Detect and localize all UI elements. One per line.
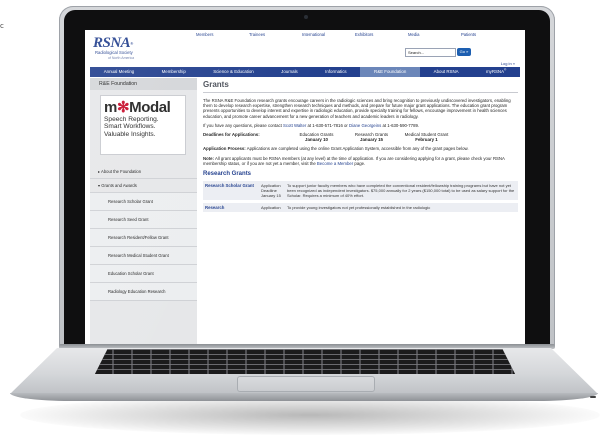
grant-deadline: Application Deadline January 15 [261,183,287,198]
process-text: Applications are completed using the onl… [245,146,469,152]
contact-mid: at 1-630-571-7816 or [306,122,350,128]
deadline-date: January 15 [360,137,383,143]
process-label: Application Process: [203,146,246,152]
deadlines-label: Deadlines for Applications: [203,132,260,138]
main-nav-about-rsna[interactable]: About RSNA [420,67,472,77]
deadline-education: Education Grants January 10 [289,132,344,142]
sidebar-subitem-research-seed[interactable]: Research Seed Grant [90,211,197,229]
sidebar-subitem-resident-fellow[interactable]: Research Resident/Fellow Grant [90,229,197,247]
expanded-arrow-icon: ▾ [98,183,101,188]
top-nav-international[interactable]: International [302,32,355,37]
corner-mark: c [0,22,4,30]
mmodal-ad-banner[interactable]: m✻Modal Speech Reporting. Smart Workflow… [100,95,186,155]
page-title: Grants [203,80,229,89]
intro-paragraph: The RSNA R&E Foundation research grants … [203,98,511,119]
ad-brand: m✻Modal [101,96,185,116]
rsna-logo[interactable]: RSNA® Radiological Society of North Amer… [93,36,173,60]
main-nav-informatics[interactable]: Informatics [311,67,360,77]
top-nav-exhibitors[interactable]: Exhibitors [355,32,408,37]
contact-prefix: If you have any questions, please contac… [203,122,284,128]
logo-word: RSNA [93,35,131,51]
logo-region-line: of North America [108,55,135,60]
note-paragraph: Note: All grant applicants must be RSNA … [203,156,518,166]
main-nav-myrsna-label: myRSNA [485,69,505,74]
main-nav-membership[interactable]: Membership [148,67,200,77]
grant-name-link[interactable]: Research Scholar Grant [205,183,261,198]
sidebar-subitem-research-scholar[interactable]: Research Scholar Grant [90,193,197,211]
top-nav-patients[interactable]: Patients [461,32,514,37]
contact-link-scott-walter[interactable]: Scott Walter [283,123,306,128]
grant-deadline: Application [261,205,287,210]
application-process-paragraph: Application Process: Applications are co… [203,146,518,151]
ad-line-3: Valuable Insights. [104,130,156,138]
sidebar: R&E Foundation m✻Modal Speech Reporting.… [90,78,197,346]
deadline-medical-student: Medical Student Grant February 1 [399,132,454,142]
sidebar-subitem-education-research[interactable]: Radiology Education Research [90,283,197,301]
table-row: Research Scholar Grant Application Deadl… [203,181,518,201]
logo-registered-mark: ® [130,41,133,46]
top-nav-media[interactable]: Media [408,32,461,37]
search-input[interactable]: Search... [405,48,456,57]
main-nav: Annual Meeting Membership Science & Educ… [90,67,520,77]
sidebar-header: R&E Foundation [90,78,197,90]
sidebar-subitem-medical-student[interactable]: Research Medical Student Grant [90,247,197,265]
top-nav-trainees[interactable]: Trainees [249,32,302,37]
deadline-date: January 10 [305,137,328,143]
sidebar-item-grants-awards[interactable]: ▾ Grants and Awards [90,179,197,193]
title-divider [203,92,518,93]
ad-line-2: Smart Workflows. [104,123,156,131]
deadline-research: Research Grants January 15 [344,132,399,142]
keyboard-rows [95,349,515,374]
main-nav-myrsna[interactable]: myRSNA® [472,67,520,77]
contact-paragraph: If you have any questions, please contac… [203,123,518,128]
main-nav-science-education[interactable]: Science & Education [200,67,268,77]
main-nav-re-foundation[interactable]: R&E Foundation [360,67,420,77]
login-link[interactable]: Log in » [501,61,515,66]
sidebar-item-label: About the Foundation [101,169,142,174]
grant-deadline-label: Application [261,205,281,211]
table-row: Research Application To provide young in… [203,203,518,213]
main-content: Grants The RSNA R&E Foundation research … [203,80,518,346]
top-nav: Members Trainees International Exhibitor… [196,32,514,37]
collapsed-arrow-icon: ▸ [98,169,101,174]
top-nav-members[interactable]: Members [196,32,249,37]
grant-deadline-date: January 15 [261,193,281,199]
trackpad [237,376,375,392]
sidebar-item-about-foundation[interactable]: ▸ About the Foundation [90,165,197,179]
search-go-button[interactable]: Go » [457,48,471,56]
indicator-light-icon [590,396,596,398]
sidebar-item-label: Grants and Awards [101,183,137,188]
ad-brand-mark: ✻ [116,99,130,116]
main-nav-annual-meeting[interactable]: Annual Meeting [90,67,148,77]
grant-name-link[interactable]: Research [205,205,261,210]
deadlines-row: Deadlines for Applications: Education Gr… [203,132,518,142]
main-nav-journals[interactable]: Journals [267,67,311,77]
laptop-front-edge [10,393,598,401]
laptop-screen: Members Trainees International Exhibitor… [85,30,525,346]
ad-line-1: Speech Reporting. [104,116,159,123]
sidebar-subitem-education-scholar[interactable]: Education Scholar Grant [90,265,197,283]
main-nav-myrsna-reg: ® [504,67,507,72]
research-grants-heading: Research Grants [203,171,252,178]
ad-brand-a: m [104,99,117,116]
grant-deadline-label: Application Deadline [261,183,281,194]
grant-description: To provide young investigators not yet p… [287,205,431,211]
note-end: page. [353,160,366,166]
become-member-link[interactable]: Become a Member [317,161,353,166]
deadline-date: February 1 [415,137,438,143]
ad-brand-b: Modal [129,99,171,116]
grant-description: To support junior faculty members who ha… [287,183,515,199]
contact-link-diane-georgeins[interactable]: Diane Georgeins [349,123,381,128]
contact-suffix: at 1-630-590-7789. [381,122,420,128]
camera-icon [304,15,308,19]
laptop-shadow [20,395,600,435]
